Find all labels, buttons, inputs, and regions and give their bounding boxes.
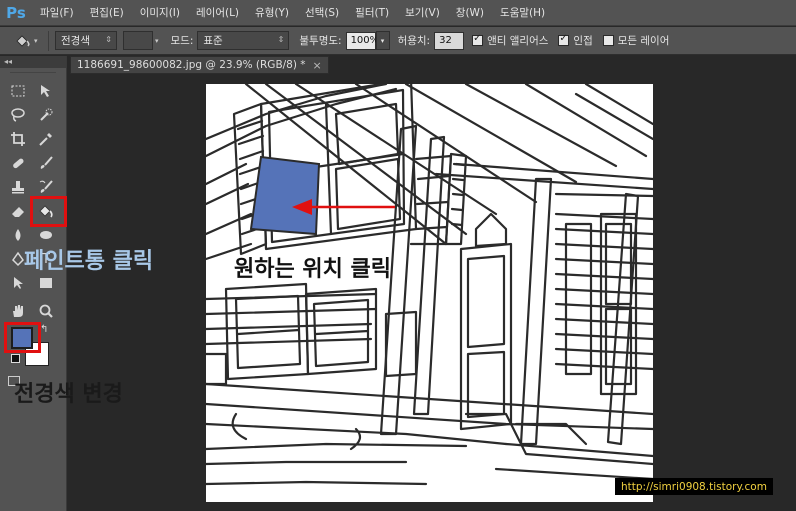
blog-watermark: http://simri0908.tistory.com <box>615 478 773 495</box>
fill-source-value: 전경색 <box>61 35 90 47</box>
eraser-tool-icon[interactable] <box>6 200 30 222</box>
opacity-label: 불투명도: <box>299 35 342 47</box>
tolerance-label: 허용치: <box>397 35 431 47</box>
filled-window-pane <box>249 155 321 236</box>
menu-file[interactable]: 파일(F) <box>32 5 82 20</box>
toolbox: ◂◂ T ↰ <box>0 56 67 511</box>
updown-arrow-icon: ⇕ <box>277 35 285 44</box>
document-workspace: 1186691_98600082.jpg @ 23.9% (RGB/8) * × <box>68 56 796 511</box>
mode-value: 표준 <box>203 35 223 47</box>
options-bar: ▾ 전경색 ⇕ ▾ 모드: 표준 ⇕ 불투명도: 100% ▾ 허용치: 32 … <box>0 27 796 55</box>
history-brush-tool-icon[interactable] <box>34 176 58 198</box>
foreground-color-highlight <box>4 322 41 353</box>
annotation-click-location: 원하는 위치 클릭 <box>234 257 391 282</box>
rectangle-tool-icon[interactable] <box>34 272 58 294</box>
separator <box>48 30 49 51</box>
contiguous-checkbox[interactable] <box>558 33 570 46</box>
annotation-paint-bucket: 페인트통 클릭 <box>24 249 154 274</box>
chevron-down-icon: ▾ <box>380 36 385 45</box>
close-icon[interactable]: × <box>313 59 322 72</box>
swap-colors-icon[interactable]: ↰ <box>40 324 48 335</box>
menu-filter[interactable]: 필터(T) <box>347 5 397 20</box>
menu-image[interactable]: 이미지(I) <box>132 5 188 20</box>
toolbox-collapse-icon[interactable]: ◂◂ <box>0 56 66 68</box>
menu-bar: Ps 파일(F) 편집(E) 이미지(I) 레이어(L) 유형(Y) 선택(S)… <box>0 0 796 26</box>
pattern-picker[interactable] <box>123 31 153 50</box>
paint-bucket-preset-icon[interactable]: ▾ <box>14 33 42 49</box>
hand-tool-icon[interactable] <box>6 300 30 322</box>
toolbox-grip <box>10 72 56 73</box>
default-colors-icon[interactable] <box>11 354 20 363</box>
mode-dropdown[interactable]: 표준 ⇕ <box>197 31 290 50</box>
clone-stamp-tool-icon[interactable] <box>6 176 30 198</box>
document-tab[interactable]: 1186691_98600082.jpg @ 23.9% (RGB/8) * × <box>70 56 329 74</box>
menu-help[interactable]: 도움말(H) <box>492 5 553 20</box>
document-canvas[interactable] <box>206 84 653 502</box>
tolerance-input[interactable]: 32 <box>434 31 465 50</box>
all-layers-label: 모든 레이어 <box>617 35 670 47</box>
fill-source-dropdown[interactable]: 전경색 ⇕ <box>55 31 117 50</box>
annotation-change-foreground: 전경색 변경 <box>14 382 123 407</box>
house-line-drawing <box>206 84 653 486</box>
brush-tool-icon[interactable] <box>34 152 58 174</box>
updown-arrow-icon: ⇕ <box>105 35 112 44</box>
marquee-tool-icon[interactable] <box>6 80 30 102</box>
mode-label: 모드: <box>170 35 194 47</box>
move-tool-icon[interactable] <box>34 80 58 102</box>
antialias-checkbox[interactable] <box>472 33 484 46</box>
path-selection-tool-icon[interactable] <box>6 272 30 294</box>
opacity-input[interactable]: 100% <box>345 31 379 50</box>
menu-select[interactable]: 선택(S) <box>297 5 347 20</box>
healing-brush-tool-icon[interactable] <box>6 152 30 174</box>
menu-window[interactable]: 창(W) <box>448 5 492 20</box>
menu-view[interactable]: 보기(V) <box>397 5 448 20</box>
all-layers-checkbox[interactable] <box>602 35 614 46</box>
menu-edit[interactable]: 편집(E) <box>82 5 132 20</box>
document-tab-title: 1186691_98600082.jpg @ 23.9% (RGB/8) * <box>77 59 306 71</box>
crop-tool-icon[interactable] <box>6 128 30 150</box>
paint-bucket-highlight <box>30 196 67 227</box>
menu-type[interactable]: 유형(Y) <box>247 5 297 20</box>
eyedropper-tool-icon[interactable] <box>34 128 58 150</box>
lasso-tool-icon[interactable] <box>6 104 30 126</box>
opacity-slider-toggle[interactable]: ▾ <box>375 31 390 50</box>
zoom-tool-icon[interactable] <box>34 300 58 322</box>
antialias-label: 앤티 앨리어스 <box>487 35 549 47</box>
contiguous-label: 인접 <box>573 35 593 47</box>
quick-selection-tool-icon[interactable] <box>34 104 58 126</box>
menu-layer[interactable]: 레이어(L) <box>188 5 247 20</box>
chevron-down-icon[interactable]: ▾ <box>155 37 159 45</box>
photoshop-logo: Ps <box>6 3 26 22</box>
